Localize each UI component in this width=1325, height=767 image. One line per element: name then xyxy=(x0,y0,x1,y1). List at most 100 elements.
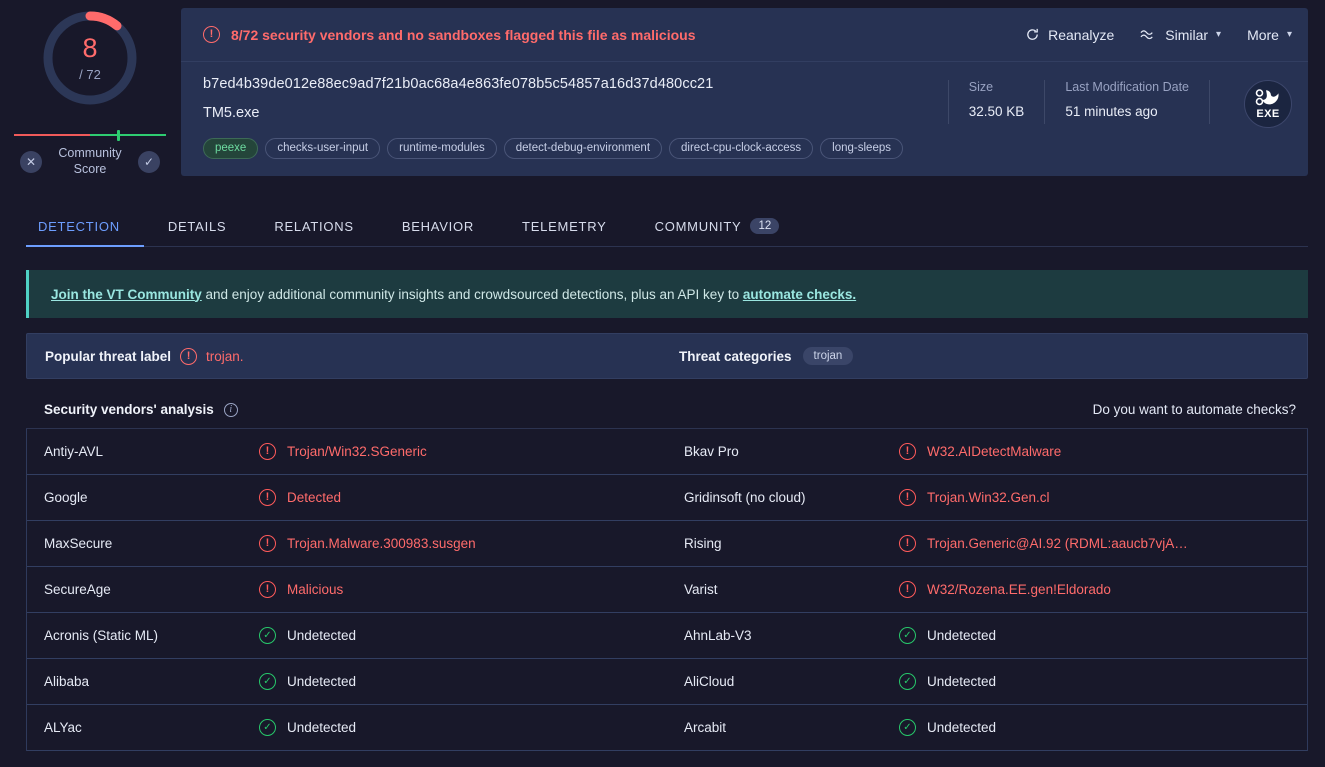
file-sha256: b7ed4b39de012e88ec9ad7f21b0ac68a4e863fe0… xyxy=(203,76,714,92)
vendor-cell: Arcabit ✓ Undetected xyxy=(667,705,1307,750)
vendors-title: Security vendors' analysis xyxy=(44,402,214,417)
tab-label: BEHAVIOR xyxy=(401,219,475,234)
tab-details[interactable]: DETAILS xyxy=(144,219,250,246)
warning-circle-icon: ! xyxy=(259,489,276,506)
meta-size-key: Size xyxy=(968,80,994,94)
tab-label: COMMUNITY xyxy=(654,218,742,234)
vendor-name: Google xyxy=(44,490,88,505)
automate-checks-prompt[interactable]: Do you want to automate checks? xyxy=(1093,402,1308,417)
vendor-cell: ALYac ✓ Undetected xyxy=(27,705,667,750)
community-score-track xyxy=(14,134,166,136)
tab-label: TELEMETRY xyxy=(522,219,607,234)
vendor-result: ✓ Undetected xyxy=(899,719,996,736)
file-tag[interactable]: peexe xyxy=(203,138,259,159)
divider xyxy=(1044,80,1046,124)
vendor-name: Acronis (Static ML) xyxy=(44,628,159,643)
file-metadata: Size 32.50 KB Last Modification Date 51 … xyxy=(928,76,1292,159)
vendor-result-label: Undetected xyxy=(287,720,357,735)
vendor-cell: Varist! W32/Rozena.EE.gen!Eldorado xyxy=(667,567,1307,612)
file-tag[interactable]: detect-debug-environment xyxy=(503,138,663,159)
table-row[interactable]: Acronis (Static ML) ✓ Undetected AhnLab-V3 ✓… xyxy=(27,613,1307,659)
vendor-name: Antiy-AVL xyxy=(44,444,104,459)
vendor-result: ✓ Undetected xyxy=(259,719,356,736)
check-circle-icon: ✓ xyxy=(259,627,276,644)
file-tag[interactable]: long-sleeps xyxy=(820,138,903,159)
vendor-result: ! Trojan.Win32.Gen.cl xyxy=(899,489,1050,506)
file-summary-card: ! 8/72 security vendors and no sandboxes… xyxy=(181,8,1308,176)
file-tag[interactable]: direct-cpu-clock-access xyxy=(669,138,814,159)
card-header-bar: ! 8/72 security vendors and no sandboxes… xyxy=(181,8,1308,62)
vendor-name: Rising xyxy=(684,536,722,551)
security-vendors-table: Antiy-AVL! Trojan/Win32.SGeneric Bkav Pro!… xyxy=(26,429,1308,751)
warning-circle-icon: ! xyxy=(899,489,916,506)
vendor-name: Alibaba xyxy=(44,674,90,689)
chevron-down-icon: ▾ xyxy=(1286,29,1292,40)
tab-relations[interactable]: RELATIONS xyxy=(250,219,377,246)
vendor-result: ✓ Undetected xyxy=(899,627,996,644)
vendor-cell: Acronis (Static ML) ✓ Undetected xyxy=(27,613,667,658)
file-tag[interactable]: checks-user-input xyxy=(265,138,381,159)
warning-circle-icon: ! xyxy=(899,581,916,598)
vendor-result: ✓ Undetected xyxy=(259,673,356,690)
more-label: More xyxy=(1247,26,1279,43)
table-row[interactable]: Antiy-AVL! Trojan/Win32.SGeneric Bkav Pro!… xyxy=(27,429,1307,475)
divider xyxy=(947,80,949,124)
table-row[interactable]: ALYac ✓ Undetected Arcabit ✓ Undetected xyxy=(27,705,1307,751)
more-button[interactable]: More ▾ xyxy=(1247,27,1292,43)
exe-glyph xyxy=(1255,88,1279,105)
threat-category-chip: trojan xyxy=(802,347,854,365)
malicious-alert: ! 8/72 security vendors and no sandboxes… xyxy=(203,26,1025,43)
vendor-cell: Gridinsoft (no cloud)! Trojan.Win32.Gen.c… xyxy=(667,475,1307,520)
info-icon[interactable]: i xyxy=(223,402,238,417)
report-tabs: DETECTION DETAILS RELATIONS BEHAVIOR TEL… xyxy=(26,203,1308,247)
community-score-widget: ✕ Community Score ✓ xyxy=(14,130,166,177)
file-name: TM5.exe xyxy=(203,105,260,121)
tab-telemetry[interactable]: TELEMETRY xyxy=(498,219,631,246)
vendor-result-label: Undetected xyxy=(287,628,357,643)
tab-behavior[interactable]: BEHAVIOR xyxy=(378,219,498,246)
vendor-cell: Bkav Pro ! W32.AIDetectMalware xyxy=(667,429,1307,474)
tab-community[interactable]: COMMUNITY 12 xyxy=(631,218,804,246)
vendor-result: ! W32.AIDetectMalware xyxy=(899,443,1061,460)
tab-label: DETECTION xyxy=(38,219,120,234)
vendor-result-label: Trojan/Win32.SGeneric xyxy=(287,444,427,459)
table-row[interactable]: MaxSecure! Trojan.Malware.300983.susgen Ri… xyxy=(27,521,1307,567)
refresh-icon xyxy=(1025,27,1040,42)
alert-text: 8/72 security vendors and no sandboxes f… xyxy=(231,26,696,43)
security-vendors-header: Security vendors' analysis i Do you want… xyxy=(26,391,1308,429)
vendor-name: AliCloud xyxy=(684,674,735,689)
join-vt-community-link[interactable]: Join the VT Community xyxy=(51,287,202,302)
vendor-result-label: Undetected xyxy=(927,720,997,735)
community-count-badge: 12 xyxy=(750,218,780,234)
file-tag[interactable]: runtime-modules xyxy=(387,138,497,159)
check-circle-icon: ✓ xyxy=(899,719,916,736)
vendor-cell: Alibaba ✓ Undetected xyxy=(27,659,667,704)
vendor-name: ALYac xyxy=(44,720,82,735)
table-row[interactable]: Google! Detected Gridinsoft (no cloud)! Tro… xyxy=(27,475,1307,521)
virustotal-file-report: 8 / 72 ✕ Community Score ✓ ! 8/72 securi… xyxy=(0,0,1325,767)
table-row[interactable]: Alibaba ✓ Undetected AliCloud ✓ Undetected xyxy=(27,659,1307,705)
vendor-name: AhnLab-V3 xyxy=(684,628,752,643)
community-score-marker xyxy=(117,130,121,141)
reanalyze-button[interactable]: Reanalyze xyxy=(1025,27,1114,43)
similar-button[interactable]: Similar ▾ xyxy=(1140,27,1221,43)
detection-score-donut: 8 / 72 xyxy=(40,8,140,108)
meta-size: Size 32.50 KB xyxy=(969,80,1025,119)
banner-middle-text: and enjoy additional community insights … xyxy=(201,286,743,302)
community-score-label: Community Score xyxy=(58,146,122,176)
vendor-cell: Rising! Trojan.Generic@AI.92 (RDML:aaucb7… xyxy=(667,521,1307,566)
vendor-result-label: W32.AIDetectMalware xyxy=(927,444,1062,459)
vendor-name: Bkav Pro xyxy=(684,444,739,459)
automate-checks-link[interactable]: automate checks. xyxy=(743,287,856,302)
threat-label-panel: Popular threat label ! trojan. Threat ca… xyxy=(26,333,1308,379)
chevron-down-icon: ▾ xyxy=(1216,29,1222,40)
community-score-negative-range xyxy=(14,134,90,136)
table-row[interactable]: SecureAge! Malicious Varist! W32/Rozena.EE.… xyxy=(27,567,1307,613)
check-circle-icon[interactable]: ✓ xyxy=(138,150,160,173)
divider xyxy=(1209,80,1210,124)
popular-threat-label-title: Popular threat label xyxy=(45,348,172,364)
tab-detection[interactable]: DETECTION xyxy=(26,219,144,247)
vendor-cell: AliCloud ✓ Undetected xyxy=(667,659,1307,704)
x-circle-icon[interactable]: ✕ xyxy=(20,150,42,173)
community-score-positive-range xyxy=(90,134,166,136)
